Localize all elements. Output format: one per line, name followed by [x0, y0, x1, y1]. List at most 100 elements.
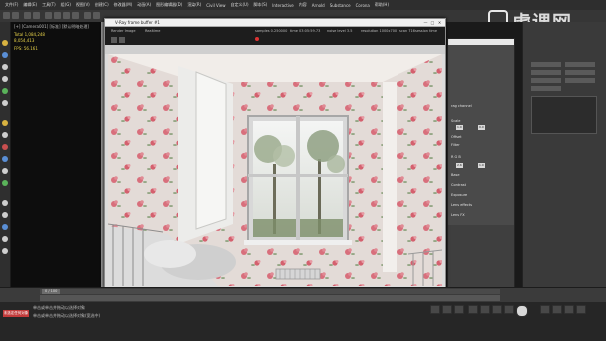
- timeline-ticks[interactable]: [40, 295, 500, 301]
- orbit-icon[interactable]: [564, 305, 574, 314]
- menu-graph-editors[interactable]: 图形编辑器(D): [156, 2, 182, 8]
- popup-titlebar[interactable]: [448, 39, 514, 45]
- menu-file[interactable]: 文件(F): [5, 2, 18, 8]
- motion-icon[interactable]: [2, 76, 8, 82]
- move-icon[interactable]: [54, 12, 61, 19]
- vfb-gap: [105, 45, 445, 54]
- close-button[interactable]: ✕: [437, 20, 442, 25]
- menu-corona[interactable]: Corona: [356, 3, 370, 8]
- cmd-button-4[interactable]: [565, 70, 595, 75]
- menu-tools[interactable]: 工具(T): [42, 2, 56, 8]
- modify-icon[interactable]: [2, 52, 8, 58]
- menu-create[interactable]: 创建(C): [95, 2, 109, 8]
- time-slider[interactable]: [40, 289, 500, 294]
- status-message-1: 单击或单击并拖动以选择对象: [33, 305, 85, 310]
- display-icon[interactable]: [2, 88, 8, 94]
- menu-interactive[interactable]: Interactive: [272, 3, 294, 8]
- status-message-2: 单击或单击并拖动以选择对象(宽选中): [33, 313, 101, 318]
- menu-group[interactable]: 组(G): [61, 2, 71, 8]
- popup-row-offset: Offset: [451, 135, 462, 139]
- popup-value-4[interactable]: 1.0: [478, 163, 485, 168]
- menu-content[interactable]: 内容: [299, 2, 307, 8]
- menu-arnold[interactable]: Arnold: [312, 3, 325, 8]
- minimize-button[interactable]: —: [423, 20, 428, 25]
- select-icon[interactable]: [45, 12, 52, 19]
- go-start-icon[interactable]: [468, 305, 478, 314]
- scene-explorer: [+] [Camera001] [标准] [默认明暗处理] Total 1,08…: [11, 22, 101, 287]
- avatar-icon[interactable]: [516, 305, 528, 317]
- stat-fps: FPS: 56.161: [14, 46, 38, 51]
- cmd-button-5[interactable]: [531, 78, 561, 83]
- snap-toggle-icon[interactable]: [442, 305, 452, 314]
- play-icon[interactable]: [492, 305, 502, 314]
- menu-substance[interactable]: Substance: [330, 3, 351, 8]
- render-scene: [108, 54, 442, 286]
- maximize-viewport-icon[interactable]: [576, 305, 586, 314]
- menu-civil-view[interactable]: Civil View: [206, 3, 225, 8]
- freeze-icon[interactable]: [2, 236, 8, 242]
- popup-value-1[interactable]: 1.0: [456, 125, 463, 130]
- maximize-button[interactable]: □: [430, 20, 435, 25]
- create-icon[interactable]: [2, 40, 8, 46]
- next-frame-icon[interactable]: [504, 305, 514, 314]
- snap-icon[interactable]: [84, 12, 91, 19]
- cmd-button-1[interactable]: [531, 62, 561, 67]
- shape-icon[interactable]: [2, 156, 8, 162]
- render-image: [108, 54, 442, 286]
- zoom-icon[interactable]: [540, 305, 550, 314]
- popup-value-2[interactable]: 0.0: [478, 125, 485, 130]
- rotate-icon[interactable]: [63, 12, 70, 19]
- cmd-button-7[interactable]: [531, 86, 561, 91]
- link-icon[interactable]: [24, 12, 31, 19]
- window-sill: [244, 240, 352, 245]
- redo-icon[interactable]: [12, 12, 19, 19]
- cmd-button-3[interactable]: [531, 70, 561, 75]
- menu-views[interactable]: 视图(V): [76, 2, 90, 8]
- popup-row-lensfx: Lens FX: [451, 213, 465, 217]
- vfb-record-icon[interactable]: [255, 37, 259, 41]
- filter-icon[interactable]: [2, 200, 8, 206]
- settings-popup: rag channel Scale 1.0 0.0 Offset Filter …: [447, 38, 515, 290]
- material-icon[interactable]: [2, 224, 8, 230]
- vfb-titlebar[interactable]: V-Ray frame buffer #1 — □ ✕: [105, 19, 445, 27]
- menu-rendering[interactable]: 渲染(R): [187, 2, 201, 8]
- vfb-time: time 03:05:59.73: [290, 29, 321, 33]
- utilities-icon[interactable]: [2, 100, 8, 106]
- hierarchy-icon[interactable]: [2, 64, 8, 70]
- layer-icon[interactable]: [2, 212, 8, 218]
- menu-help[interactable]: 帮助(H): [375, 2, 389, 8]
- popup-lower-panel: [448, 225, 514, 289]
- vfb-toolbar: Render Image Realtime samples 0.250000 t…: [105, 27, 445, 45]
- stat-total: Total 1,084,248: [14, 32, 45, 37]
- right-curtain-wall: [383, 82, 397, 272]
- vfb-noise: noise level 3.5: [327, 29, 353, 33]
- vfb-save-icon[interactable]: [111, 37, 117, 43]
- lock-icon[interactable]: [430, 305, 440, 314]
- camera-icon[interactable]: [2, 132, 8, 138]
- light-icon[interactable]: [2, 120, 8, 126]
- menu-edit[interactable]: 编辑(E): [23, 2, 37, 8]
- undo-icon[interactable]: [3, 12, 10, 19]
- scale-icon[interactable]: [72, 12, 79, 19]
- pan-icon[interactable]: [552, 305, 562, 314]
- hide-icon[interactable]: [2, 248, 8, 254]
- render-setup-icon[interactable]: [93, 12, 100, 19]
- menu-animation[interactable]: 动画(A): [137, 2, 151, 8]
- popup-row-rgb: R G B: [451, 155, 461, 159]
- vfb-realtime[interactable]: Realtime: [145, 29, 160, 33]
- vfb-render-image[interactable]: Render Image: [111, 29, 136, 33]
- menu-modifiers[interactable]: 修改器(M): [114, 2, 133, 8]
- prev-frame-icon[interactable]: [480, 305, 490, 314]
- geometry-icon[interactable]: [2, 144, 8, 150]
- vfb-clear-icon[interactable]: [119, 37, 125, 43]
- helper-icon[interactable]: [2, 168, 8, 174]
- cmd-button-6[interactable]: [565, 78, 595, 83]
- menu-customize[interactable]: 自定义(U): [230, 2, 248, 8]
- cmd-button-2[interactable]: [565, 62, 595, 67]
- vfb-resolution: resolution 1000x700: [361, 29, 398, 33]
- spacewarp-icon[interactable]: [2, 180, 8, 186]
- unlink-icon[interactable]: [33, 12, 40, 19]
- menu-scripting[interactable]: 脚本(S): [254, 2, 268, 8]
- popup-value-3[interactable]: 2.6: [456, 163, 463, 168]
- key-icon[interactable]: [454, 305, 464, 314]
